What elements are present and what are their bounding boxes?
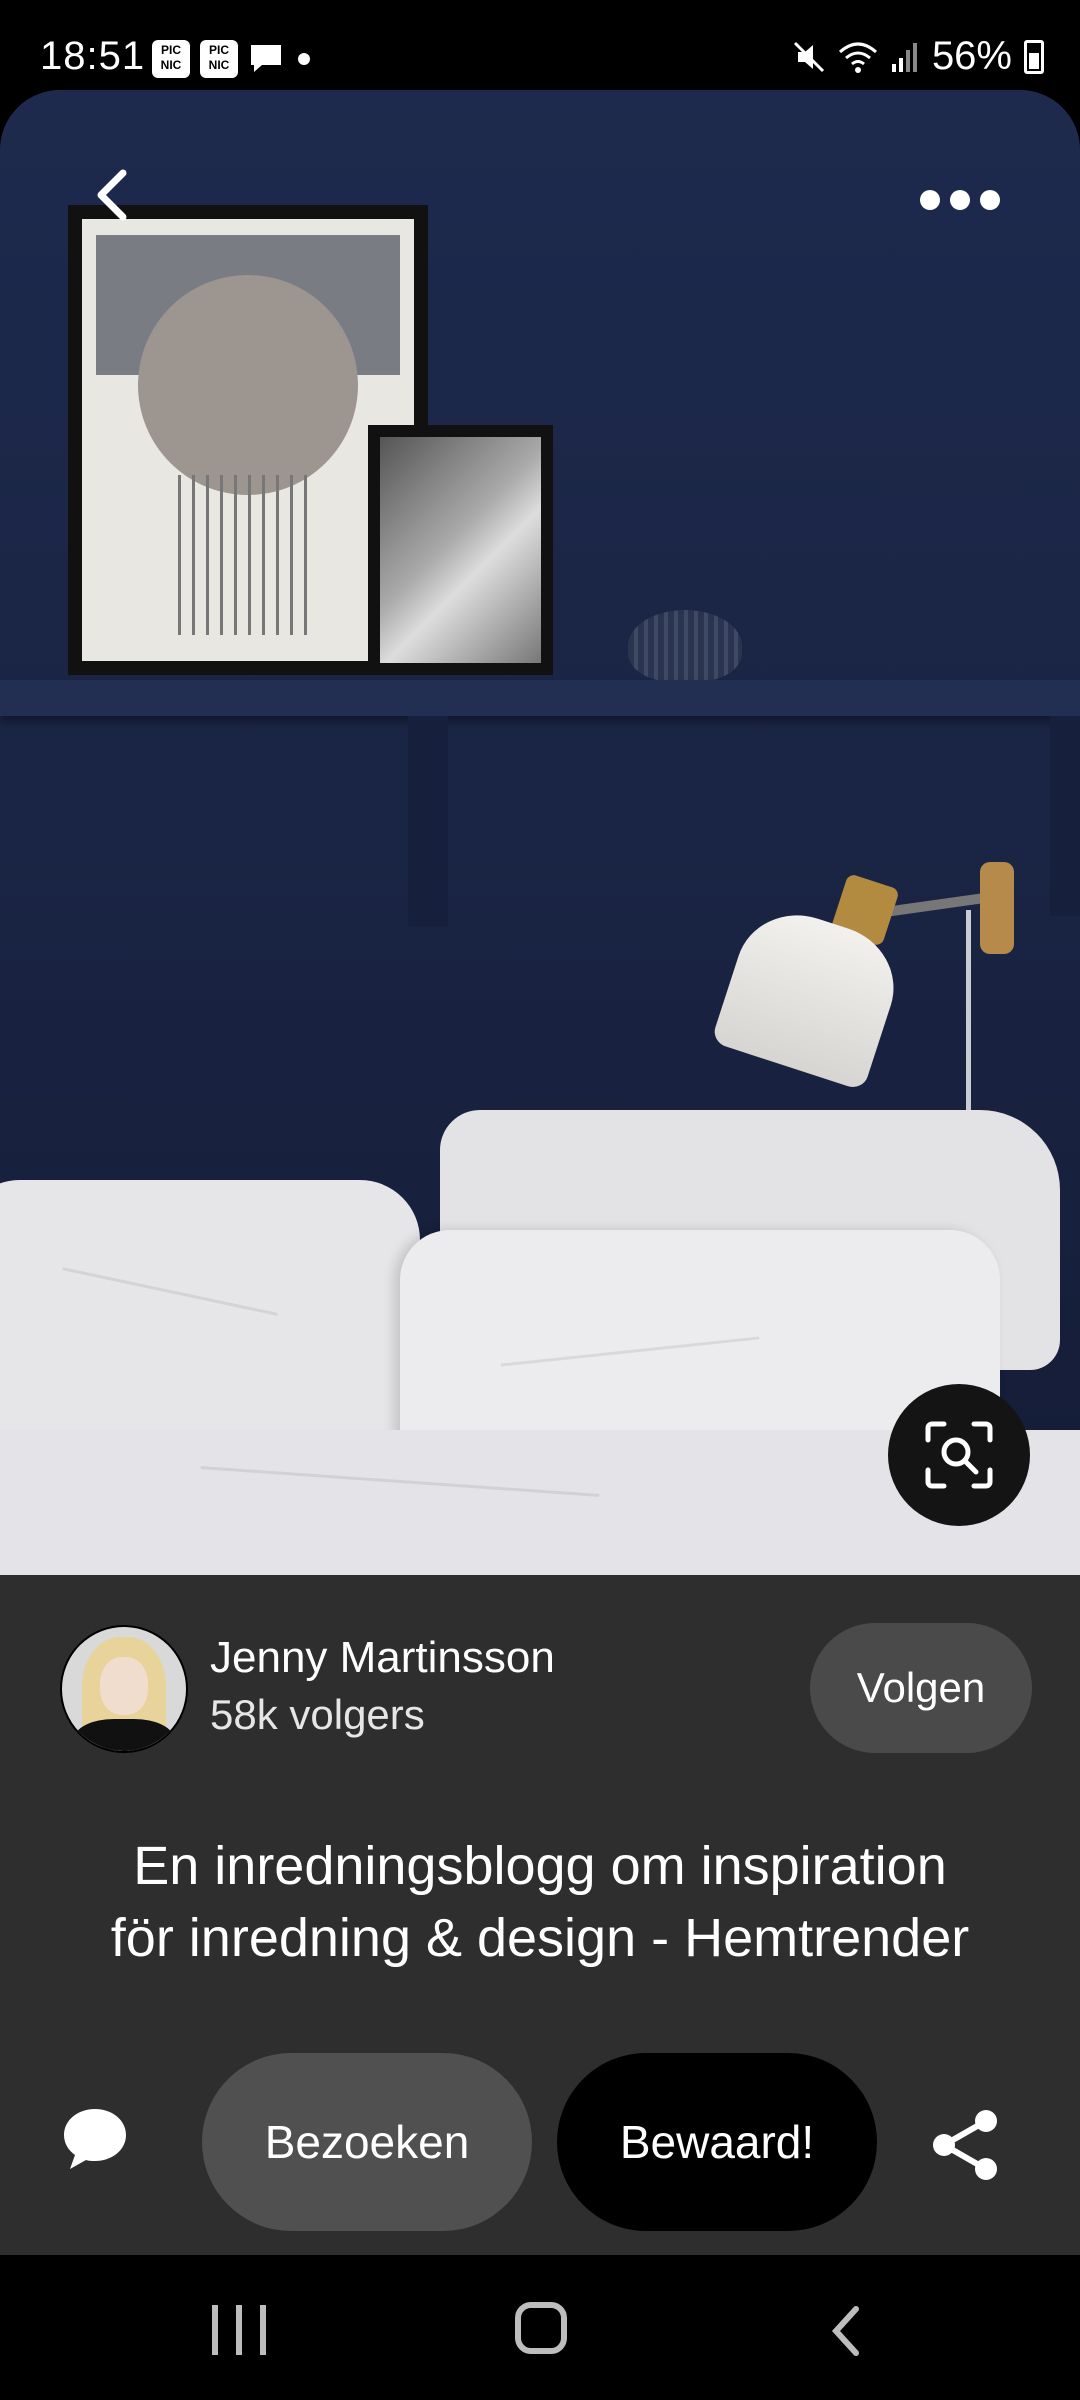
dot-icon	[298, 53, 310, 65]
image-bracket	[408, 716, 448, 926]
image-bracket	[1050, 716, 1080, 916]
picnic-icon: PIC NIC	[152, 40, 190, 78]
picnic-icon: PIC NIC	[200, 40, 238, 78]
wifi-icon	[838, 42, 877, 73]
visual-search-button[interactable]	[888, 1384, 1030, 1526]
image-lamp-mount	[980, 862, 1014, 954]
back-button[interactable]	[85, 165, 145, 225]
saved-button[interactable]: Bewaard!	[557, 2053, 877, 2231]
creator-followers: 58k volgers	[210, 1691, 425, 1738]
pin-image[interactable]	[0, 90, 1080, 1575]
nav-back-button[interactable]	[818, 2301, 878, 2361]
notification-icons: PIC NIC PIC NIC	[152, 40, 314, 78]
pin-info-panel: Jenny Martinsson 58k volgers Volgen En i…	[0, 1575, 1080, 2255]
comment-icon[interactable]	[60, 2105, 130, 2175]
pin-title-line: En inredningsblogg om inspiration	[133, 1836, 947, 1896]
dot-icon	[950, 190, 970, 210]
image-photo-frame	[368, 425, 553, 675]
visual-search-icon	[925, 1421, 993, 1489]
image-vase	[628, 610, 742, 682]
system-nav-bar	[0, 2255, 1080, 2400]
dot-icon	[920, 190, 940, 210]
image-shelf	[0, 680, 1080, 716]
more-options-button[interactable]	[920, 185, 1000, 215]
pin-title-line: för inredning & design - Hemtrender	[110, 1908, 970, 1968]
battery-icon	[1024, 39, 1044, 74]
chat-icon	[251, 45, 281, 72]
status-time: 18:51	[40, 34, 146, 78]
recent-apps-button[interactable]	[212, 2305, 266, 2355]
status-right: 56%	[792, 34, 1044, 79]
battery-percent: 56%	[931, 34, 1012, 78]
avatar[interactable]	[60, 1625, 188, 1753]
pin-title: En inredningsblogg om inspiration för in…	[40, 1830, 1040, 1974]
mute-icon	[793, 41, 824, 72]
visit-button[interactable]: Bezoeken	[202, 2053, 532, 2231]
creator-name[interactable]: Jenny Martinsson	[210, 1633, 555, 1683]
share-icon[interactable]	[930, 2107, 1002, 2183]
home-button[interactable]	[515, 2302, 567, 2354]
signal-icon	[891, 42, 917, 72]
follow-button[interactable]: Volgen	[810, 1623, 1032, 1753]
dot-icon	[980, 190, 1000, 210]
